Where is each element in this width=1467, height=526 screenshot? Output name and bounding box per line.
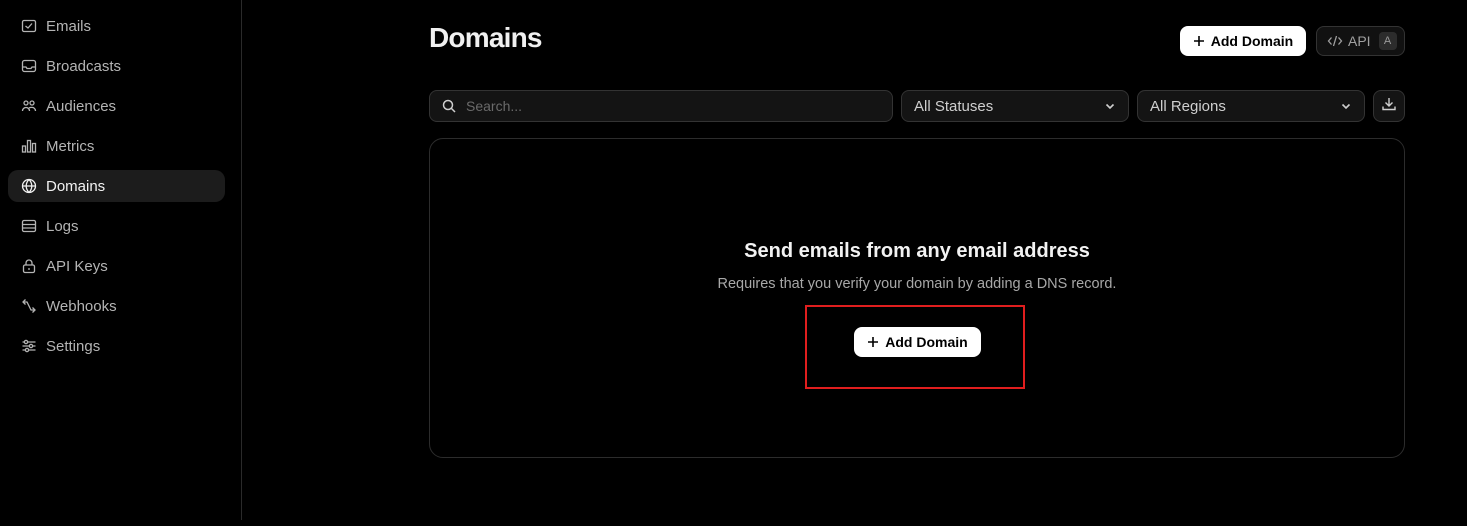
- sidebar-item-emails[interactable]: Emails: [8, 10, 225, 42]
- sidebar-item-label: Broadcasts: [46, 57, 122, 75]
- sidebar-item-domains[interactable]: Domains: [8, 170, 225, 202]
- app-root: Emails Broadcasts Audiences Metrics Doma…: [0, 0, 1467, 526]
- sidebar-item-label: API Keys: [46, 257, 108, 275]
- status-select[interactable]: All Statuses: [901, 90, 1129, 122]
- api-button[interactable]: API A: [1316, 26, 1405, 56]
- sidebar-item-label: Emails: [46, 17, 92, 35]
- sidebar-item-broadcasts[interactable]: Broadcasts: [8, 50, 225, 82]
- sidebar-item-audiences[interactable]: Audiences: [8, 90, 225, 122]
- sidebar-item-metrics[interactable]: Metrics: [8, 130, 225, 162]
- api-label: API: [1348, 33, 1371, 49]
- sidebar-item-label: Settings: [46, 337, 101, 355]
- sidebar-item-label: Webhooks: [46, 297, 117, 315]
- status-select-value: All Statuses: [914, 97, 994, 115]
- search-input[interactable]: [466, 98, 886, 114]
- mail-icon: [21, 18, 37, 34]
- empty-state-card: Send emails from any email address Requi…: [429, 138, 1405, 458]
- empty-state-add-domain-button[interactable]: Add Domain: [854, 327, 981, 357]
- users-icon: [21, 98, 37, 114]
- inbox-icon: [21, 58, 37, 74]
- globe-icon: [21, 178, 37, 194]
- sidebar: Emails Broadcasts Audiences Metrics Doma…: [0, 0, 242, 520]
- download-button[interactable]: [1373, 90, 1405, 122]
- sidebar-item-settings[interactable]: Settings: [8, 330, 225, 362]
- sidebar-item-label: Domains: [46, 177, 106, 195]
- add-domain-button[interactable]: Add Domain: [1180, 26, 1306, 56]
- chevron-down-icon: [1340, 100, 1352, 112]
- page-title: Domains: [429, 22, 542, 53]
- code-icon: [1327, 34, 1343, 48]
- plus-icon: [867, 336, 879, 348]
- empty-state-add-domain-label: Add Domain: [885, 334, 968, 350]
- lock-icon: [21, 258, 37, 274]
- region-select[interactable]: All Regions: [1137, 90, 1365, 122]
- search-icon: [442, 99, 456, 113]
- keyboard-shortcut-badge: A: [1378, 32, 1397, 50]
- logs-icon: [21, 218, 37, 234]
- search-box: [429, 90, 893, 122]
- download-icon: [1381, 96, 1397, 117]
- sidebar-item-webhooks[interactable]: Webhooks: [8, 290, 225, 322]
- sidebar-item-api-keys[interactable]: API Keys: [8, 250, 225, 282]
- sliders-icon: [21, 338, 37, 354]
- chevron-down-icon: [1104, 100, 1116, 112]
- empty-state-title: Send emails from any email address: [744, 240, 1090, 262]
- region-select-value: All Regions: [1150, 97, 1226, 115]
- sidebar-item-label: Metrics: [46, 137, 95, 155]
- bar-chart-icon: [21, 138, 37, 154]
- sidebar-item-logs[interactable]: Logs: [8, 210, 225, 242]
- webhook-icon: [21, 298, 37, 314]
- plus-icon: [1193, 35, 1205, 47]
- sidebar-item-label: Audiences: [46, 97, 117, 115]
- empty-state-subtitle: Requires that you verify your domain by …: [717, 276, 1117, 292]
- add-domain-label: Add Domain: [1210, 33, 1294, 49]
- sidebar-item-label: Logs: [46, 217, 79, 235]
